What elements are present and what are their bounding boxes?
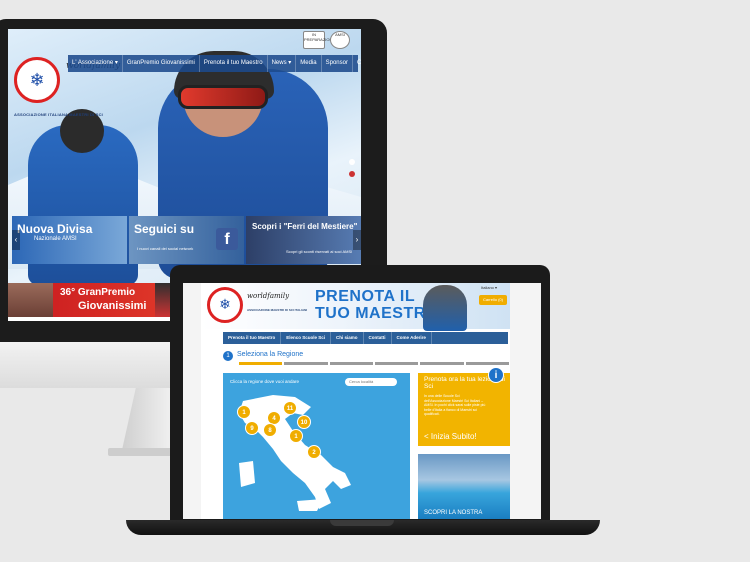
nav-item-contatti[interactable]: Contatti <box>353 55 361 72</box>
header-skier-kid <box>423 285 467 331</box>
nav-item-sponsor[interactable]: Sponsor <box>322 55 353 72</box>
progress-step <box>329 362 373 365</box>
top-badges: IN PREPARAZIONE AMSI <box>303 31 350 49</box>
nav-item-chi-siamo[interactable]: Chi siamo <box>331 332 364 344</box>
amsi-logo[interactable]: ❄ <box>14 57 60 103</box>
nav-item-prenota[interactable]: Prenota il tuo Maestro <box>223 332 282 344</box>
progress-step <box>465 362 509 365</box>
info-icon[interactable]: i <box>488 367 504 383</box>
booking-page: ❄ worldfamily ASSOCIAZIONE MAESTRI DI SC… <box>201 283 510 519</box>
slider-dot-active[interactable] <box>349 171 355 177</box>
slider-prev-arrow-icon[interactable]: ‹ <box>12 230 20 250</box>
tile-ferri-del-mestiere[interactable]: Scopri i "Ferri del Mestiere" Scopri gli… <box>246 216 361 264</box>
booking-nav: Prenota il tuo Maestro Elenco Scuole Sci… <box>223 332 508 344</box>
tile-subtitle: Scopri gli sconti riservati ai soci AMSI <box>286 249 353 254</box>
inizia-subito-link[interactable]: < Inizia Subito! <box>424 432 477 441</box>
nav-item-associazione[interactable]: L' Associazione ▾ <box>68 55 123 72</box>
step-title: Seleziona la Regione <box>237 351 304 358</box>
tile-title: Scopri i "Ferri del Mestiere" <box>252 222 358 231</box>
laptop-hinge-notch <box>330 520 394 526</box>
step-number-badge: 1 <box>223 351 233 361</box>
association-tagline: ASSOCIAZIONE MAESTRI DI SCI ITALIANI <box>247 308 308 312</box>
amsi-logo-snowflake-icon: ❄ <box>29 69 45 91</box>
calendar-badge-icon[interactable]: IN PREPARAZIONE <box>303 31 335 49</box>
nav-item-news[interactable]: News ▾ <box>268 55 297 72</box>
progress-step <box>420 362 464 365</box>
nav-item-come-aderire[interactable]: Come Aderire <box>392 332 432 344</box>
map-hint: Clicca la regione dove vuoi andare <box>230 379 300 384</box>
amsi-logo-snowflake-icon: ❄ <box>219 297 231 313</box>
booking-title-line2: TUO MAESTRO <box>315 305 439 322</box>
nav-item-prenota[interactable]: Prenota il tuo Maestro <box>200 55 268 72</box>
map-pin[interactable]: 11 <box>283 401 297 415</box>
tile-title: Nuova Divisa <box>17 222 93 236</box>
map-pin[interactable]: 8 <box>263 423 277 437</box>
imac-main-nav: L' Associazione ▾ GranPremio Giovanissim… <box>68 55 361 72</box>
tile-subtitle: I nuovi canali dei social network <box>137 246 194 251</box>
granpremio-photo <box>8 283 53 317</box>
booking-cta-body: In una delle Scuole Sci dell'Associazion… <box>424 394 486 416</box>
slider-dots <box>349 159 355 177</box>
tile-seguici[interactable]: Seguici su I nuovi canali dei social net… <box>129 216 244 264</box>
progress-step <box>374 362 419 365</box>
booking-cta-box: Prenota ora la tua lezione di Sci In una… <box>418 373 510 446</box>
facebook-icon[interactable]: f <box>216 228 238 250</box>
laptop-screen: ❄ worldfamily ASSOCIAZIONE MAESTRI DI SC… <box>183 283 541 519</box>
nav-item-media[interactable]: Media <box>296 55 322 72</box>
amsi-seal-icon[interactable]: AMSI <box>330 31 350 49</box>
map-pin[interactable]: 2 <box>307 445 321 459</box>
tile-subtitle: Nazionale AMSI <box>34 236 77 242</box>
granpremio-title: 36° GranPremio <box>60 287 136 298</box>
progress-step <box>284 362 328 365</box>
language-selector[interactable]: Italiano ▾ <box>481 285 497 290</box>
tile-nuova-divisa[interactable]: Nuova Divisa Nazionale AMSI <box>12 216 127 264</box>
nav-item-contatti[interactable]: Contatti <box>364 332 392 344</box>
cart-button[interactable]: Carrello (0) <box>479 295 507 305</box>
booking-title-line1: PRENOTA IL <box>315 288 416 305</box>
step-progress-bar <box>239 362 509 365</box>
nav-item-elenco-scuole[interactable]: Elenco Scuole Sci <box>281 332 332 344</box>
granpremio-subtitle: Giovanissimi <box>78 300 147 312</box>
amsi-logo-small[interactable]: ❄ <box>207 287 243 323</box>
map-pin[interactable]: 10 <box>297 415 311 429</box>
map-search-input[interactable]: Cerca località <box>345 378 397 386</box>
progress-step-active <box>239 362 283 365</box>
association-tagline: ASSOCIAZIONE ITALIANA MAESTRI DI SCI <box>14 112 103 117</box>
slider-next-arrow-icon[interactable]: › <box>353 230 361 250</box>
map-pin[interactable]: 1 <box>289 429 303 443</box>
map-pin[interactable]: 1 <box>237 405 251 419</box>
italy-map[interactable] <box>233 393 363 513</box>
region-map-panel: Clicca la regione dove vuoi andare Cerca… <box>223 373 410 519</box>
spa-promo-caption: SCOPRI LA NOSTRA <box>424 510 483 516</box>
feature-tiles: Nuova Divisa Nazionale AMSI Seguici su I… <box>12 216 361 264</box>
slider-dot[interactable] <box>349 159 355 165</box>
tile-title: Seguici su <box>134 222 195 236</box>
nav-item-granpremio[interactable]: GranPremio Giovanissimi <box>123 55 200 72</box>
spa-promo-photo[interactable]: SCOPRI LA NOSTRA <box>418 454 510 519</box>
map-pin[interactable]: 9 <box>245 421 259 435</box>
brand-script-logo: worldfamily <box>247 292 290 300</box>
hero-skier-goggles <box>178 85 268 109</box>
